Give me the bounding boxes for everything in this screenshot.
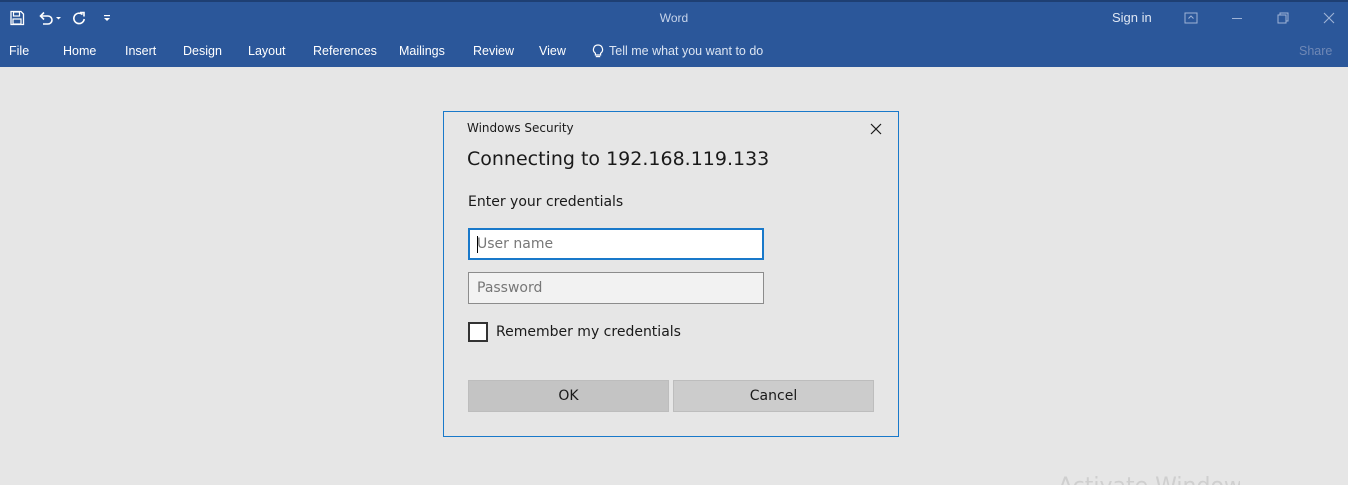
ribbon-display-icon [1184, 12, 1198, 24]
restore-icon [1277, 12, 1289, 24]
close-icon [1323, 12, 1335, 24]
lightbulb-icon [592, 43, 604, 57]
share-button[interactable]: Share [1299, 34, 1332, 67]
dialog-heading: Connecting to 192.168.119.133 [467, 148, 770, 170]
tab-file[interactable]: File [9, 34, 29, 67]
tab-review[interactable]: Review [473, 34, 514, 67]
dialog-close-button[interactable] [862, 118, 890, 140]
remember-credentials-checkbox[interactable] [468, 322, 488, 342]
ribbon-tabs: File Home Insert Design Layout Reference… [0, 34, 1348, 67]
tab-view[interactable]: View [539, 34, 566, 67]
tell-me-search[interactable]: Tell me what you want to do [592, 34, 763, 67]
undo-button[interactable] [34, 2, 66, 34]
quick-access-toolbar [0, 2, 122, 34]
undo-icon [39, 11, 61, 25]
tab-references[interactable]: References [313, 34, 377, 67]
dialog-caption: Windows Security [467, 121, 574, 135]
remember-credentials-label: Remember my credentials [496, 324, 681, 340]
minimize-button[interactable] [1214, 2, 1260, 34]
tell-me-label: Tell me what you want to do [609, 43, 764, 58]
tab-mailings[interactable]: Mailings [399, 34, 445, 67]
customize-icon [104, 15, 110, 21]
tab-design[interactable]: Design [183, 34, 222, 67]
username-input[interactable] [468, 228, 764, 260]
tab-home[interactable]: Home [63, 34, 96, 67]
save-button[interactable] [0, 2, 34, 34]
sign-in-link[interactable]: Sign in [1112, 2, 1152, 34]
activation-watermark: Activate Windows [1058, 474, 1240, 485]
password-input[interactable] [468, 272, 764, 304]
remember-credentials-option[interactable]: Remember my credentials [468, 322, 681, 342]
cancel-button[interactable]: Cancel [673, 380, 874, 412]
activation-watermark-area: Activate Windows [1040, 460, 1240, 485]
close-window-button[interactable] [1306, 2, 1348, 34]
windows-security-dialog: Windows Security Connecting to 192.168.1… [443, 111, 899, 437]
minimize-icon [1232, 18, 1242, 19]
title-bar: Word Sign in [0, 0, 1348, 34]
customize-toolbar-button[interactable] [92, 2, 122, 34]
save-icon [10, 10, 25, 26]
restore-button[interactable] [1260, 2, 1306, 34]
ok-button[interactable]: OK [468, 380, 669, 412]
tab-layout[interactable]: Layout [248, 34, 286, 67]
tab-insert[interactable]: Insert [125, 34, 156, 67]
ribbon-display-options-button[interactable] [1168, 2, 1214, 34]
redo-icon [73, 11, 85, 25]
close-icon [870, 123, 882, 135]
credentials-prompt: Enter your credentials [468, 194, 624, 210]
redo-button[interactable] [66, 2, 92, 34]
